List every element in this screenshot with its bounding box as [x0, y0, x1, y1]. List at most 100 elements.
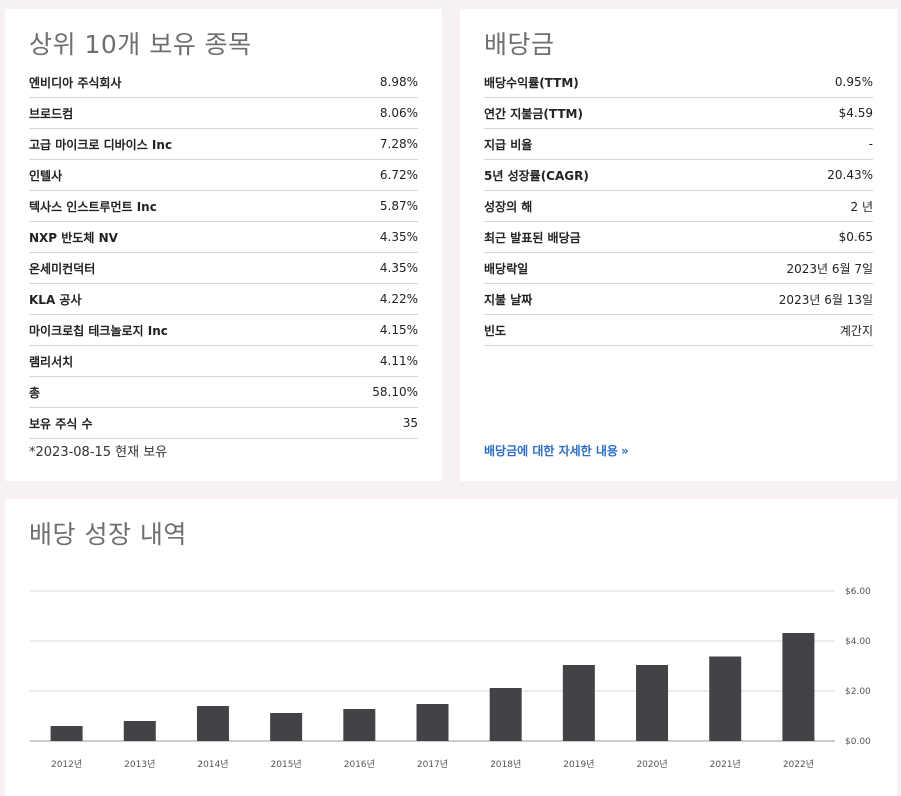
dividend-history-card: 배당 성장 내역 $0.00 $2.00 $4.00 $6.00 2012년 2013년 2…: [5, 499, 897, 796]
x-tick-label: 2016년: [344, 759, 375, 770]
holding-row-value: 5.87%: [379, 199, 418, 213]
y-tick-label: $6.00: [845, 587, 871, 597]
holding-row-label: 램리서치: [29, 354, 74, 369]
holding-row-value: 4.15%: [379, 323, 418, 337]
holding-row: 고급 마이크로 디바이스 Inc 7.28%: [29, 129, 418, 160]
dividend-row-value: 2 년: [850, 199, 874, 214]
dividend-row-label: 배당락일: [484, 261, 529, 276]
holding-row-value: 4.11%: [379, 354, 418, 368]
dividend-row-label: 연간 지불금(TTM): [484, 106, 583, 121]
holding-row-value: 8.98%: [379, 75, 418, 89]
x-tick-label: 2012년: [51, 759, 82, 770]
holding-row-value: 7.28%: [379, 137, 418, 151]
dividend-row-label: 5년 성장률(CAGR): [484, 168, 589, 183]
dividend-row-label: 지불 날짜: [484, 292, 533, 307]
dividend-row: 연간 지불금(TTM) $4.59: [484, 98, 873, 129]
holding-row-label: 브로드컴: [29, 106, 74, 121]
x-tick-label: 2014년: [197, 759, 228, 770]
dividend-row-label: 빈도: [484, 323, 507, 338]
holding-row-label: 고급 마이크로 디바이스 Inc: [29, 137, 173, 152]
dividend-row-label: 성장의 해: [484, 199, 533, 214]
holding-row: NXP 반도체 NV 4.35%: [29, 222, 418, 253]
holding-row-value: 58.10%: [372, 385, 418, 399]
holdings-date-footnote: *2023-08-15 현재 보유: [29, 445, 168, 460]
holding-row-value: 4.35%: [379, 261, 418, 275]
holding-row-label: 텍사스 인스트루먼트 Inc: [29, 199, 157, 214]
chart-bar[interactable]: [709, 656, 742, 742]
holding-row-value: 4.35%: [379, 230, 418, 244]
x-tick-label: 2019년: [563, 759, 594, 770]
dividend-title: 배당금: [484, 30, 555, 59]
holding-row-label: 총: [29, 385, 41, 400]
dividend-row: 성장의 해 2 년: [484, 191, 873, 222]
x-tick-label: 2015년: [271, 759, 302, 770]
holding-row: 엔비디아 주식회사 8.98%: [29, 67, 418, 98]
dividend-row-value: -: [868, 137, 873, 151]
dividend-row: 빈도 계간지: [484, 315, 873, 346]
holding-row: 마이크로칩 테크놀로지 Inc 4.15%: [29, 315, 418, 346]
x-tick-label: 2020년: [636, 759, 667, 770]
x-tick-label: 2018년: [490, 759, 521, 770]
holding-row: 텍사스 인스트루먼트 Inc 5.87%: [29, 191, 418, 222]
dividend-details-link[interactable]: 배당금에 대한 자세한 내용»: [484, 442, 629, 459]
holding-row-value: 8.06%: [379, 106, 418, 120]
dividend-row-value: 2023년 6월 13일: [778, 292, 873, 307]
holding-row-value: 6.72%: [379, 168, 418, 182]
dividend-row: 배당락일 2023년 6월 7일: [484, 253, 873, 284]
dividend-row-value: 계간지: [839, 323, 873, 338]
holding-row-label: 엔비디아 주식회사: [29, 75, 122, 90]
dividend-row-value: $4.59: [838, 106, 873, 120]
y-tick-label: $4.00: [845, 637, 871, 647]
dividend-details-link-label: 배당금에 대한 자세한 내용: [484, 444, 618, 458]
y-tick-label: $0.00: [845, 737, 871, 747]
holding-row: 브로드컴 8.06%: [29, 98, 418, 129]
y-tick-label: $2.00: [845, 687, 871, 697]
holding-row-value: 35: [402, 416, 418, 430]
dividend-row: 배당수익률(TTM) 0.95%: [484, 67, 873, 98]
holding-row-label: 온세미컨덕터: [29, 261, 96, 276]
dividend-table: 배당수익률(TTM) 0.95% 연간 지불금(TTM) $4.59 지급 비율 - 5년 …: [484, 67, 873, 346]
dividend-row-label: 지급 비율: [484, 137, 533, 152]
chart-bar[interactable]: [782, 633, 815, 741]
x-tick-label: 2017년: [417, 759, 448, 770]
holding-row-label: 마이크로칩 테크놀로지 Inc: [29, 323, 168, 338]
chart-bar[interactable]: [636, 665, 669, 741]
chart-bar[interactable]: [343, 709, 376, 741]
dividend-row: 지급 비율 -: [484, 129, 873, 160]
dividend-row: 5년 성장률(CAGR) 20.43%: [484, 160, 873, 191]
x-tick-label: 2022년: [783, 759, 814, 770]
double-chevron-right-icon: »: [620, 444, 629, 458]
holding-row: KLA 공사 4.22%: [29, 284, 418, 315]
holding-row: 램리서치 4.11%: [29, 346, 418, 377]
x-tick-label: 2013년: [124, 759, 155, 770]
top-holdings-table: 엔비디아 주식회사 8.98% 브로드컴 8.06% 고급 마이크로 디바이스 Inc 7…: [29, 67, 418, 439]
top-holdings-title: 상위 10개 보유 종목: [29, 30, 252, 59]
dividend-row-value: $0.65: [838, 230, 873, 244]
dividend-row-value: 0.95%: [834, 75, 873, 89]
dividend-row-label: 배당수익률(TTM): [484, 75, 579, 90]
holding-row-label: 인텔사: [29, 168, 63, 183]
holding-row-label: 보유 주식 수: [29, 416, 93, 431]
dividend-row-value: 2023년 6월 7일: [786, 261, 873, 276]
x-tick-label: 2021년: [710, 759, 741, 770]
holding-row-label: KLA 공사: [29, 292, 82, 307]
holding-row: 온세미컨덕터 4.35%: [29, 253, 418, 284]
chart-bar[interactable]: [50, 726, 83, 741]
holding-row: 총 58.10%: [29, 377, 418, 408]
dividend-row: 최근 발표된 배당금 $0.65: [484, 222, 873, 253]
chart-bar[interactable]: [562, 665, 595, 741]
top-holdings-card: 상위 10개 보유 종목 엔비디아 주식회사 8.98% 브로드컴 8.06% 고급 마…: [5, 9, 442, 481]
chart-bar[interactable]: [489, 688, 522, 741]
dividend-row-label: 최근 발표된 배당금: [484, 230, 581, 245]
holding-row-value: 4.22%: [379, 292, 418, 306]
chart-bar[interactable]: [123, 721, 156, 741]
dividend-row: 지불 날짜 2023년 6월 13일: [484, 284, 873, 315]
dividend-card: 배당금 배당수익률(TTM) 0.95% 연간 지불금(TTM) $4.59 지급 비율…: [460, 9, 897, 481]
chart-bar[interactable]: [270, 713, 303, 741]
dividend-history-chart: $0.00 $2.00 $4.00 $6.00 2012년 2013년 2014년 2015년…: [30, 587, 871, 770]
holding-row-label: NXP 반도체 NV: [29, 230, 118, 245]
chart-bar[interactable]: [196, 706, 229, 741]
dividend-row-value: 20.43%: [827, 168, 873, 182]
holding-row: 인텔사 6.72%: [29, 160, 418, 191]
chart-bar[interactable]: [416, 704, 449, 741]
